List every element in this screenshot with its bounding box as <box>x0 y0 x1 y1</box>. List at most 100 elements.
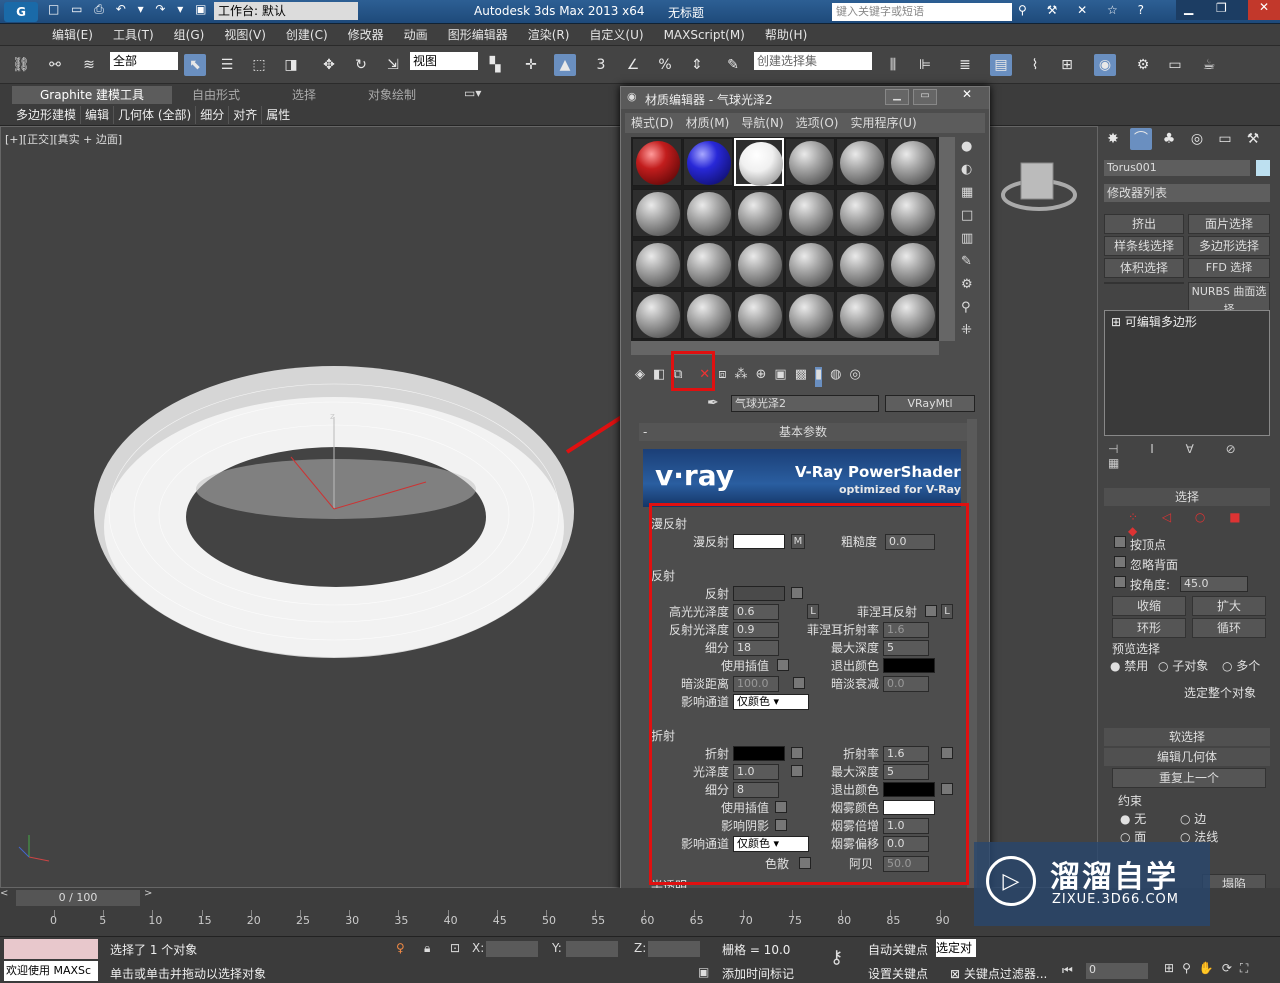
select-by-mat-icon[interactable]: ⚲ <box>961 300 981 315</box>
stack-tools[interactable]: ⊣ I ∀ ⊘ ▦ <box>1108 442 1280 470</box>
object-color-swatch[interactable] <box>1256 160 1270 176</box>
pivot-icon[interactable]: ▚ <box>484 54 506 76</box>
add-time-tag[interactable]: 添加时间标记 <box>722 965 794 982</box>
graphite-toggle-icon[interactable]: ▤ <box>990 54 1012 76</box>
material-slot[interactable] <box>683 189 733 237</box>
y-field[interactable] <box>566 941 618 957</box>
mat-close-icon[interactable]: ✕ <box>947 87 987 105</box>
menu-item-1[interactable]: 工具(T) <box>103 24 164 46</box>
move-icon[interactable]: ✥ <box>318 54 340 76</box>
material-slot[interactable] <box>836 138 886 186</box>
make-preview-icon[interactable]: ✎ <box>961 254 981 269</box>
mat-maximize-icon[interactable]: ▭ <box>913 89 937 105</box>
stack-item-editable-poly[interactable]: ⊞ 可编辑多边形 <box>1105 311 1269 332</box>
mat-menu-options[interactable]: 选项(O) <box>790 113 845 133</box>
video-color-icon[interactable]: ▥ <box>961 231 981 246</box>
hierarchy-tab-icon[interactable]: ♣ <box>1158 128 1180 150</box>
ribbon-options-icon[interactable]: ▭▾ <box>464 86 481 100</box>
isolate-icon[interactable]: ♀ <box>396 941 405 955</box>
transform-mode-icon[interactable]: ⊡ <box>450 941 460 955</box>
modifier-list-dropdown[interactable]: 修改器列表 <box>1104 184 1270 202</box>
maximize-viewport-icon[interactable]: ⛶ <box>1240 961 1248 976</box>
mat-navigator-icon[interactable]: ⁜ <box>961 323 981 338</box>
material-editor-icon[interactable]: ◉ <box>1094 54 1116 76</box>
edit-named-sel-icon[interactable]: ✎ <box>722 54 744 76</box>
ring-button[interactable]: 环形 <box>1112 618 1186 638</box>
set-key-label[interactable]: 设置关键点 <box>868 965 928 982</box>
schematic-view-icon[interactable]: ⊞ <box>1056 54 1078 76</box>
orbit-icon[interactable]: ⟳ <box>1222 961 1232 976</box>
subtab-subdivision[interactable]: 细分 <box>196 106 230 124</box>
tab-object-paint[interactable]: 对象绘制 <box>368 86 416 104</box>
mat-effects-icon[interactable]: ▣ <box>774 367 786 387</box>
make-unique-icon[interactable]: ⁂ <box>734 367 747 387</box>
material-slot[interactable] <box>734 138 784 186</box>
material-slot[interactable] <box>785 138 835 186</box>
preview-off-radio[interactable]: ● 禁用 <box>1110 657 1148 674</box>
rect-region-icon[interactable]: ⬚ <box>248 54 270 76</box>
mat-editor-titlebar[interactable]: ◉ 材质编辑器 - 气球光泽2 ▁ ▭ ✕ <box>621 87 989 109</box>
link-icon[interactable]: ⛓ <box>10 54 32 76</box>
unlink-icon[interactable]: ⚯ <box>44 54 66 76</box>
render-setup-icon[interactable]: ⚙ <box>1132 54 1154 76</box>
selection-filter-dropdown[interactable]: 全部 <box>110 52 178 70</box>
scale-icon[interactable]: ⇲ <box>382 54 404 76</box>
material-slots-grid[interactable] <box>631 137 939 341</box>
menu-item-11[interactable]: 帮助(H) <box>755 24 817 46</box>
tab-graphite[interactable]: Graphite 建模工具 <box>12 86 172 104</box>
extrude-button[interactable]: 挤出 <box>1104 214 1184 234</box>
material-slot[interactable] <box>785 189 835 237</box>
material-slot[interactable] <box>632 138 682 186</box>
window-crossing-icon[interactable]: ◨ <box>280 54 302 76</box>
subtab-properties[interactable]: 属性 <box>262 106 294 124</box>
menu-item-7[interactable]: 图形编辑器 <box>438 24 518 46</box>
material-slot[interactable] <box>887 240 937 288</box>
ignore-back-checkbox[interactable] <box>1114 556 1126 568</box>
key-selection-dropdown[interactable]: 选定对 <box>936 939 976 957</box>
modify-tab-icon[interactable]: ⌒ <box>1130 128 1152 150</box>
material-slot[interactable] <box>632 291 682 339</box>
put-library-icon[interactable]: ⊕ <box>755 367 766 387</box>
maxscript-listener[interactable] <box>4 939 98 959</box>
curve-editor-icon[interactable]: ⌇ <box>1024 54 1046 76</box>
show-map-icon[interactable]: ▩ <box>795 367 807 387</box>
subobject-icons[interactable]: ⁘ ◁ ○ ■ ◆ <box>1128 510 1280 538</box>
subtab-poly-modeling[interactable]: 多边形建模 <box>12 106 82 124</box>
put-to-scene-icon[interactable]: ◧ <box>653 367 665 387</box>
menu-item-8[interactable]: 渲染(R) <box>518 24 580 46</box>
copy-material-icon[interactable]: ⧈ <box>718 367 726 387</box>
material-slot[interactable] <box>836 291 886 339</box>
material-slot[interactable] <box>734 291 784 339</box>
menu-item-5[interactable]: 修改器 <box>338 24 394 46</box>
menu-item-4[interactable]: 创建(C) <box>276 24 338 46</box>
material-editor-window[interactable]: ◉ 材质编辑器 - 气球光泽2 ▁ ▭ ✕ 模式(D) 材质(M) 导航(N) … <box>620 86 990 912</box>
material-slot[interactable] <box>683 291 733 339</box>
mat-menu-navigation[interactable]: 导航(N) <box>735 113 789 133</box>
workspace-dropdown[interactable]: 工作台: 默认 <box>214 2 358 20</box>
material-slot[interactable] <box>887 138 937 186</box>
spline-select-button[interactable]: 样条线选择 <box>1104 236 1184 256</box>
mat-menu-utilities[interactable]: 实用程序(U) <box>844 113 922 133</box>
select-by-name-icon[interactable]: ☰ <box>216 54 238 76</box>
poly-select-button[interactable]: 多边形选择 <box>1188 236 1270 256</box>
select-rollout-header[interactable]: 选择 <box>1104 488 1270 506</box>
modifier-stack[interactable]: ⊞ 可编辑多边形 <box>1104 310 1270 436</box>
mat-menu-material[interactable]: 材质(M) <box>680 113 736 133</box>
pan-icon[interactable]: ✋ <box>1199 961 1214 976</box>
mirror-icon[interactable]: ⫼ <box>882 54 904 76</box>
ref-coord-dropdown[interactable]: 视图 <box>410 52 478 70</box>
subtab-align[interactable]: 对齐 <box>229 106 263 124</box>
menu-item-9[interactable]: 自定义(U) <box>579 24 653 46</box>
app-logo-icon[interactable]: G <box>4 2 38 22</box>
quick-access-icons[interactable]: □ ▭ ⎙ ↶ ▾ ↷ ▾ ▣ <box>48 2 210 17</box>
spinner-snap-icon[interactable]: ⇕ <box>686 54 708 76</box>
constraint-edge-radio[interactable]: ○ 边 <box>1180 810 1206 827</box>
background-icon[interactable]: ▦ <box>961 185 981 200</box>
key-icon[interactable]: ⚷ <box>830 947 843 968</box>
preview-subobj-radio[interactable]: ○ 子对象 <box>1158 657 1208 674</box>
utilities-tab-icon[interactable]: ⚒ <box>1242 128 1264 150</box>
z-field[interactable] <box>648 941 700 957</box>
get-material-icon[interactable]: ◈ <box>635 367 645 387</box>
material-type-button[interactable]: VRayMtl <box>885 395 975 412</box>
render-teapot-icon[interactable]: ☕ <box>1198 54 1220 76</box>
